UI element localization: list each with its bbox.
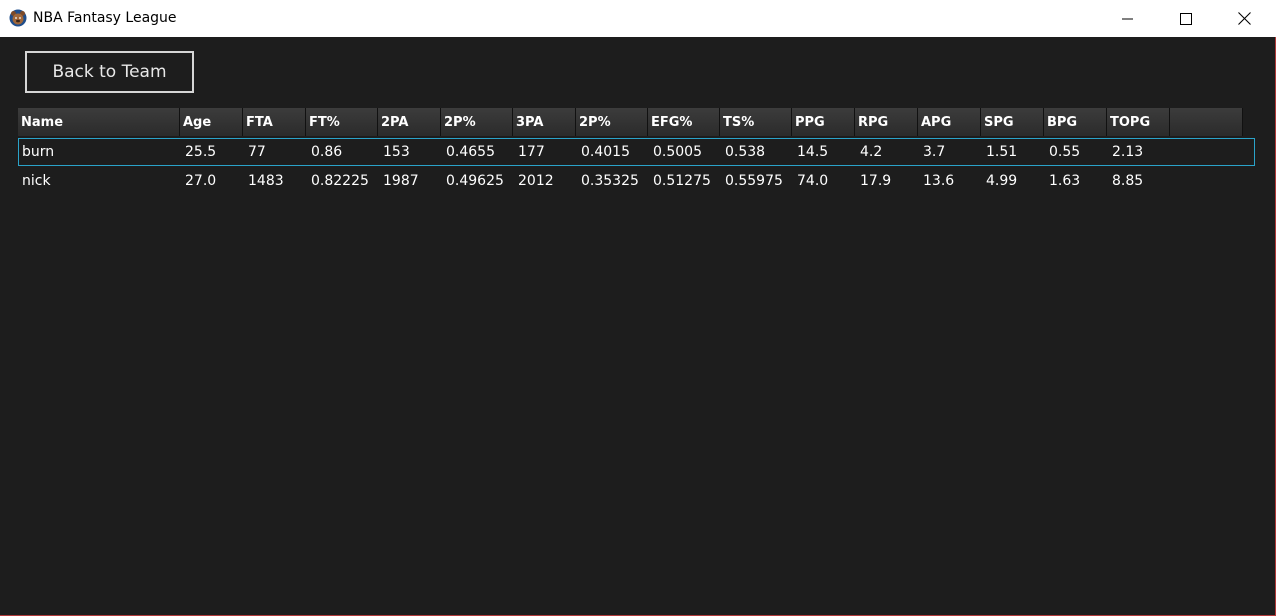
table-cell: nick <box>22 173 51 189</box>
column-header[interactable]: RPG <box>855 108 918 136</box>
table-cell: 0.49625 <box>446 173 504 189</box>
minimize-button[interactable] <box>1105 0 1151 37</box>
table-cell: 25.5 <box>185 144 217 160</box>
column-header[interactable]: Age <box>180 108 243 136</box>
minimize-icon <box>1122 18 1133 19</box>
table-cell: 2.13 <box>1112 144 1144 160</box>
bear-logo-icon <box>9 9 27 27</box>
window-title: NBA Fantasy League <box>33 10 177 26</box>
table-cell: 0.4655 <box>446 144 495 160</box>
column-header[interactable]: Name <box>18 108 180 136</box>
column-header[interactable]: EFG% <box>648 108 720 136</box>
table-cell: 77 <box>248 144 266 160</box>
table-cell: 153 <box>383 144 410 160</box>
table-cell: 4.99 <box>986 173 1018 189</box>
table-cell: 27.0 <box>185 173 217 189</box>
column-header[interactable]: TS% <box>720 108 792 136</box>
table-cell: 2012 <box>518 173 554 189</box>
table-cell: 0.5005 <box>653 144 702 160</box>
table-cell: 0.35325 <box>581 173 639 189</box>
maximize-button[interactable] <box>1163 0 1209 37</box>
table-cell: 0.55 <box>1049 144 1081 160</box>
table-cell: 0.538 <box>725 144 766 160</box>
table-cell: 14.5 <box>797 144 829 160</box>
column-header[interactable]: BPG <box>1044 108 1107 136</box>
table-row[interactable]: burn 25.5 77 0.86 153 0.4655 177 0.4015 … <box>18 138 1255 166</box>
table-cell: 1.63 <box>1049 173 1081 189</box>
column-header[interactable]: SPG <box>981 108 1044 136</box>
column-header[interactable]: 2P% <box>576 108 648 136</box>
column-header[interactable]: TOPG <box>1107 108 1170 136</box>
close-button[interactable] <box>1221 0 1267 37</box>
close-icon <box>1237 12 1251 25</box>
table-cell: 0.82225 <box>311 173 369 189</box>
table-cell: 177 <box>518 144 545 160</box>
table-cell: 1483 <box>248 173 284 189</box>
table-cell: 1987 <box>383 173 419 189</box>
column-header[interactable]: PPG <box>792 108 855 136</box>
table-cell: burn <box>22 144 55 160</box>
table-cell: 0.4015 <box>581 144 630 160</box>
title-bar: NBA Fantasy League <box>0 0 1276 37</box>
table-cell: 13.6 <box>923 173 955 189</box>
maximize-icon <box>1180 12 1192 25</box>
table-cell: 1.51 <box>986 144 1018 160</box>
column-header[interactable]: 2PA <box>378 108 441 136</box>
column-header[interactable]: 2P% <box>441 108 513 136</box>
table-row[interactable]: nick 27.0 1483 0.82225 1987 0.49625 2012… <box>18 168 1255 196</box>
table-cell: 4.2 <box>860 144 883 160</box>
table-cell: 0.51275 <box>653 173 711 189</box>
column-header-filler <box>1170 108 1243 136</box>
table-cell: 8.85 <box>1112 173 1144 189</box>
table-cell: 74.0 <box>797 173 829 189</box>
table-cell: 3.7 <box>923 144 946 160</box>
column-header[interactable]: FTA <box>243 108 306 136</box>
table-cell: 0.86 <box>311 144 343 160</box>
column-header[interactable]: 3PA <box>513 108 576 136</box>
table-cell: 17.9 <box>860 173 892 189</box>
back-to-team-button[interactable]: Back to Team <box>25 51 194 93</box>
column-header[interactable]: FT% <box>306 108 378 136</box>
table-cell: 0.55975 <box>725 173 783 189</box>
column-header[interactable]: APG <box>918 108 981 136</box>
